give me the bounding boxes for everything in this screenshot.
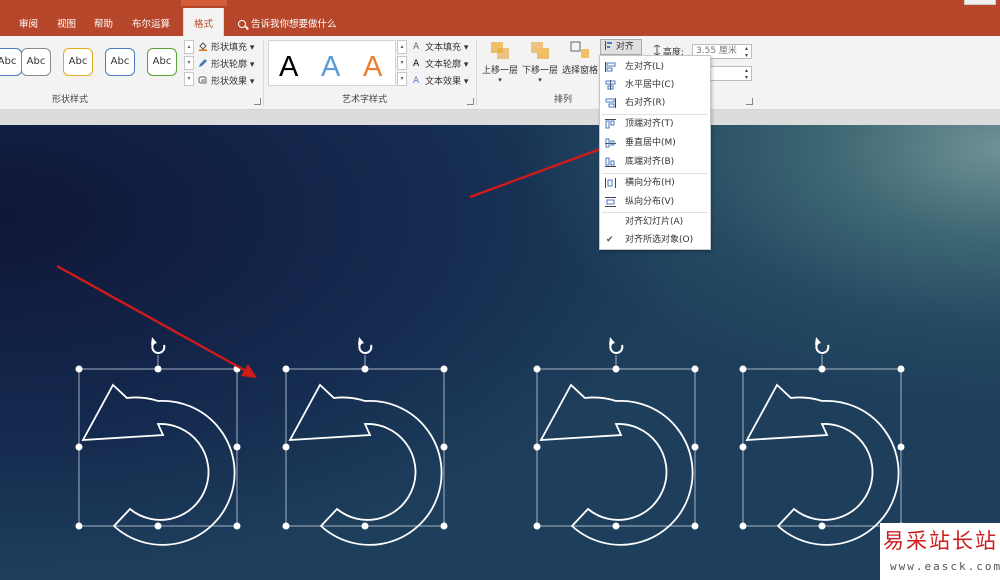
align-middle-icon	[605, 138, 616, 148]
tell-me-text: 告诉我你想要做什么	[251, 19, 337, 30]
menu-item-align-middle[interactable]: 垂直居中(M)	[600, 134, 710, 152]
shape-style-preset[interactable]: Abc	[147, 48, 177, 76]
align-top-icon	[605, 119, 616, 129]
height-icon	[653, 44, 661, 56]
ruler-strip	[0, 110, 1000, 125]
bring-forward-button[interactable]: 上移一层 ▾	[482, 40, 518, 84]
wordart-preset[interactable]: A	[363, 51, 382, 84]
menu-item-align-center[interactable]: 水平居中(C)	[600, 76, 710, 94]
text-outline-button[interactable]: A 文本轮廓 ▾	[412, 57, 468, 70]
circular-arrow-shape-1[interactable]	[74, 336, 242, 546]
shape-effects-button[interactable]: 形状效果 ▾	[198, 74, 254, 87]
watermark-chinese: 易采站长站	[883, 529, 998, 553]
menu-item-align-left[interactable]: 左对齐(L)	[600, 58, 710, 76]
tab-format[interactable]: 格式	[183, 8, 225, 36]
gallery-scroll-up[interactable]: ▴	[184, 40, 194, 54]
shape-outline-button[interactable]: 形状轮廓 ▾	[198, 57, 254, 70]
selection-pane-button[interactable]: 选择窗格	[562, 40, 598, 76]
slide-canvas[interactable]	[0, 125, 1000, 580]
size-launcher[interactable]	[746, 98, 753, 105]
align-left-icon	[605, 62, 616, 72]
wordart-preset[interactable]: A	[321, 51, 340, 84]
align-right-icon	[605, 98, 616, 108]
distribute-vertical-icon	[605, 197, 616, 207]
wordart-gallery: A A A	[268, 40, 396, 86]
menu-item-align-to-slide[interactable]: 对齐幻灯片(A)	[600, 213, 710, 231]
wordart-launcher[interactable]	[467, 98, 474, 105]
distribute-horizontal-icon	[605, 178, 616, 188]
group-label-wordart: 艺术字样式	[342, 95, 388, 105]
send-backward-button[interactable]: 下移一层 ▾	[522, 40, 558, 84]
wordart-scroll-up[interactable]: ▴	[397, 40, 407, 54]
menu-item-align-selected-objects[interactable]: ✔ 对齐所选对象(O)	[600, 231, 710, 249]
menu-item-distribute-vertical[interactable]: 纵向分布(V)	[600, 193, 710, 211]
effects-icon	[198, 76, 207, 84]
search-icon	[238, 20, 246, 28]
group-separator	[476, 40, 477, 106]
align-dropdown-menu: 左对齐(L) 水平居中(C) 右对齐(R) 顶端对齐(T) 垂直居中(M) 底端…	[599, 55, 711, 250]
text-fill-button[interactable]: A 文本填充 ▾	[412, 40, 468, 53]
tab-help[interactable]: 帮助	[94, 16, 113, 30]
menu-item-align-right[interactable]: 右对齐(R)	[600, 94, 710, 112]
svg-text:A: A	[413, 59, 420, 68]
ribbon-tab-bar: 审阅 视图 帮助 布尔运算 格式 告诉我你想要做什么	[0, 0, 1000, 36]
pencil-icon	[199, 59, 207, 67]
circular-arrow-shape-2[interactable]	[281, 336, 449, 546]
shape-style-preset[interactable]: Abc	[0, 48, 22, 76]
align-icon	[605, 41, 612, 50]
gallery-more[interactable]: ▾	[184, 72, 194, 86]
selection-pane-icon	[569, 40, 591, 60]
ribbon: Abc Abc Abc Abc Abc ▴ ▾ ▾ 形状填充 ▾ 形状轮廓 ▾ …	[0, 36, 1000, 110]
text-outline-icon: A	[413, 59, 420, 68]
align-button[interactable]: 对齐 ▾	[600, 39, 642, 66]
group-label-arrange: 排列	[554, 95, 573, 105]
menu-item-align-bottom[interactable]: 底端对齐(B)	[600, 153, 710, 171]
group-label-shape-styles: 形状样式	[52, 95, 89, 105]
align-center-icon	[605, 80, 616, 90]
menu-item-distribute-horizontal[interactable]: 横向分布(H)	[600, 174, 710, 192]
tell-me-search[interactable]: 告诉我你想要做什么	[238, 16, 337, 30]
wordart-more[interactable]: ▾	[397, 72, 407, 86]
tab-view[interactable]: 视图	[57, 16, 76, 30]
site-watermark: 易采站长站 www.easck.com	[880, 523, 1000, 580]
shape-fill-button[interactable]: 形状填充 ▾	[198, 40, 254, 53]
group-separator	[263, 40, 264, 106]
slide-shapes	[74, 336, 906, 546]
tab-review[interactable]: 审阅	[19, 16, 38, 30]
text-effects-button[interactable]: A 文本效果 ▾	[412, 74, 468, 87]
shape-styles-launcher[interactable]	[254, 98, 261, 105]
shape-style-preset[interactable]: Abc	[63, 48, 93, 76]
check-icon: ✔	[606, 235, 614, 245]
text-fill-icon: A	[413, 42, 420, 51]
paint-bucket-icon	[199, 42, 207, 51]
wordart-scroll-down[interactable]: ▾	[397, 56, 407, 70]
circular-arrow-shape-3[interactable]	[532, 336, 700, 546]
svg-text:A: A	[413, 76, 420, 85]
shape-style-preset[interactable]: Abc	[105, 48, 135, 76]
send-backward-icon	[529, 40, 551, 60]
shape-style-preset[interactable]: Abc	[21, 48, 51, 76]
circular-arrow-shape-4[interactable]	[738, 336, 906, 546]
menu-item-align-top[interactable]: 顶端对齐(T)	[600, 115, 710, 133]
align-bottom-icon	[605, 157, 616, 167]
text-effects-icon: A	[413, 76, 420, 85]
contextual-tab-header	[181, 0, 227, 6]
svg-text:A: A	[413, 42, 420, 51]
watermark-url: www.easck.com	[890, 560, 1000, 573]
wordart-preset[interactable]: A	[279, 51, 298, 84]
bring-forward-icon	[489, 40, 511, 60]
gallery-scroll-down[interactable]: ▾	[184, 56, 194, 70]
tab-boolean[interactable]: 布尔运算	[132, 16, 170, 30]
login-button[interactable]	[964, 0, 996, 5]
